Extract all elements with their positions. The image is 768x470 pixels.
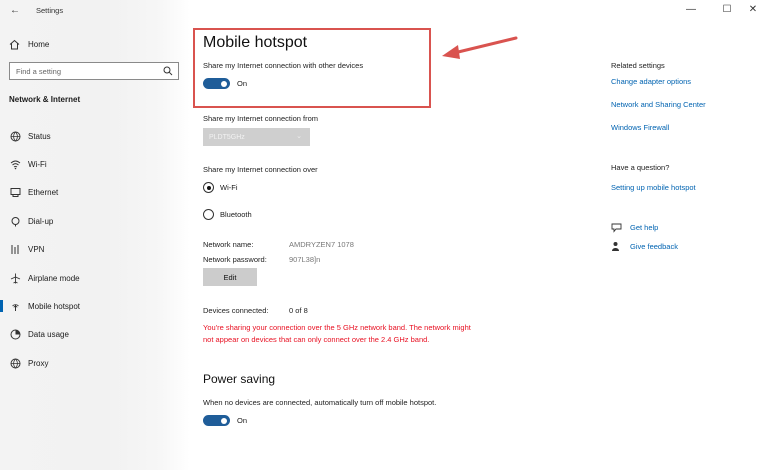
sidebar-item-label: Data usage bbox=[28, 330, 69, 340]
sidebar-item-status[interactable]: Status bbox=[0, 122, 190, 150]
radio-wifi-label: Wi-Fi bbox=[220, 183, 238, 192]
globe-icon bbox=[9, 357, 21, 369]
edit-button[interactable]: Edit bbox=[203, 268, 257, 286]
sidebar-item-airplane-mode[interactable]: Airplane mode bbox=[0, 264, 190, 292]
devices-connected-label: Devices connected: bbox=[203, 306, 269, 315]
network-name-value: AMDRYZEN7 1078 bbox=[289, 240, 354, 249]
sidebar-item-vpn[interactable]: VPN bbox=[0, 236, 190, 264]
sidebar-item-label: Airplane mode bbox=[28, 273, 80, 283]
vpn-icon bbox=[9, 244, 21, 256]
home-label: Home bbox=[28, 39, 50, 49]
radio-bluetooth[interactable]: Bluetooth bbox=[203, 209, 252, 220]
sidebar-item-ethernet[interactable]: Ethernet bbox=[0, 179, 190, 207]
give-feedback-label: Give feedback bbox=[630, 242, 678, 251]
sidebar-item-label: Dial-up bbox=[28, 216, 54, 226]
link-network-sharing-center[interactable]: Network and Sharing Center bbox=[611, 100, 706, 109]
share-over-label: Share my Internet connection over bbox=[203, 165, 318, 174]
home-icon bbox=[9, 39, 21, 50]
radio-wifi[interactable]: Wi-Fi bbox=[203, 182, 238, 193]
share-from-dropdown[interactable]: PLDT5GHz ⌄ bbox=[203, 128, 310, 146]
chevron-down-icon: ⌄ bbox=[296, 133, 302, 140]
band-warning-text: You're sharing your connection over the … bbox=[203, 323, 471, 344]
power-saving-title: Power saving bbox=[203, 372, 276, 386]
network-name-label: Network name: bbox=[203, 240, 254, 249]
globe-status-icon bbox=[9, 130, 21, 142]
title-bar: ← Settings bbox=[0, 0, 190, 22]
ethernet-icon bbox=[9, 187, 21, 199]
sidebar-nav: Status Wi-Fi Ethernet Dial-up VPN Airpla… bbox=[0, 122, 190, 378]
wifi-icon bbox=[9, 159, 21, 171]
power-saving-description: When no devices are connected, automatic… bbox=[203, 398, 437, 407]
sidebar-item-label: Ethernet bbox=[28, 188, 59, 198]
sidebar-item-label: Status bbox=[28, 131, 51, 141]
sidebar-item-mobile-hotspot[interactable]: Mobile hotspot bbox=[0, 292, 190, 320]
sidebar-item-proxy[interactable]: Proxy bbox=[0, 349, 190, 377]
related-settings-title: Related settings bbox=[611, 61, 665, 70]
sidebar-item-label: Mobile hotspot bbox=[28, 302, 81, 312]
dialup-icon bbox=[9, 215, 21, 227]
network-password-value: 907L38]n bbox=[289, 255, 321, 264]
app-title: Settings bbox=[36, 6, 64, 15]
share-from-value: PLDT5GHz bbox=[209, 133, 245, 141]
question-title: Have a question? bbox=[611, 163, 670, 172]
data-usage-icon bbox=[9, 329, 21, 341]
annotation-highlight-box bbox=[193, 28, 431, 108]
sidebar-item-data-usage[interactable]: Data usage bbox=[0, 321, 190, 349]
close-button[interactable]: ✕ bbox=[746, 4, 760, 15]
back-arrow-icon[interactable]: ← bbox=[10, 5, 20, 16]
give-feedback-link[interactable]: Give feedback bbox=[611, 241, 678, 252]
radio-bluetooth-label: Bluetooth bbox=[220, 210, 252, 219]
network-password-label: Network password: bbox=[203, 255, 267, 264]
help-chat-icon bbox=[611, 222, 623, 233]
link-windows-firewall[interactable]: Windows Firewall bbox=[611, 123, 669, 132]
link-setting-up-hotspot[interactable]: Setting up mobile hotspot bbox=[611, 183, 696, 192]
sidebar-item-label: Wi-Fi bbox=[28, 160, 47, 170]
power-toggle-row[interactable]: On bbox=[203, 415, 247, 426]
search-box[interactable] bbox=[9, 62, 179, 80]
search-input[interactable] bbox=[16, 66, 156, 76]
share-from-label: Share my Internet connection from bbox=[203, 114, 319, 123]
get-help-label: Get help bbox=[630, 223, 659, 232]
section-title: Network & Internet bbox=[9, 95, 81, 104]
radio-button-selected[interactable] bbox=[203, 182, 214, 193]
hotspot-icon bbox=[9, 301, 21, 313]
sidebar-item-label: VPN bbox=[28, 245, 45, 255]
sidebar-item-label: Proxy bbox=[28, 358, 49, 368]
search-icon[interactable] bbox=[163, 66, 173, 78]
sidebar: ← Settings Home Network & Internet Statu… bbox=[0, 0, 190, 470]
sidebar-item-wifi[interactable]: Wi-Fi bbox=[0, 150, 190, 178]
power-saving-toggle[interactable] bbox=[203, 415, 230, 426]
radio-button[interactable] bbox=[203, 209, 214, 220]
home-nav-item[interactable]: Home bbox=[9, 38, 49, 50]
power-toggle-state: On bbox=[237, 416, 248, 425]
get-help-link[interactable]: Get help bbox=[611, 222, 658, 233]
sidebar-item-dialup[interactable]: Dial-up bbox=[0, 207, 190, 235]
link-change-adapter-options[interactable]: Change adapter options bbox=[611, 77, 691, 86]
maximize-button[interactable]: ☐ bbox=[720, 4, 734, 15]
airplane-icon bbox=[9, 272, 21, 284]
annotation-arrow-icon bbox=[442, 36, 518, 59]
minimize-button[interactable]: — bbox=[684, 4, 698, 15]
devices-connected-value: 0 of 8 bbox=[289, 306, 308, 315]
feedback-person-icon bbox=[611, 241, 623, 252]
